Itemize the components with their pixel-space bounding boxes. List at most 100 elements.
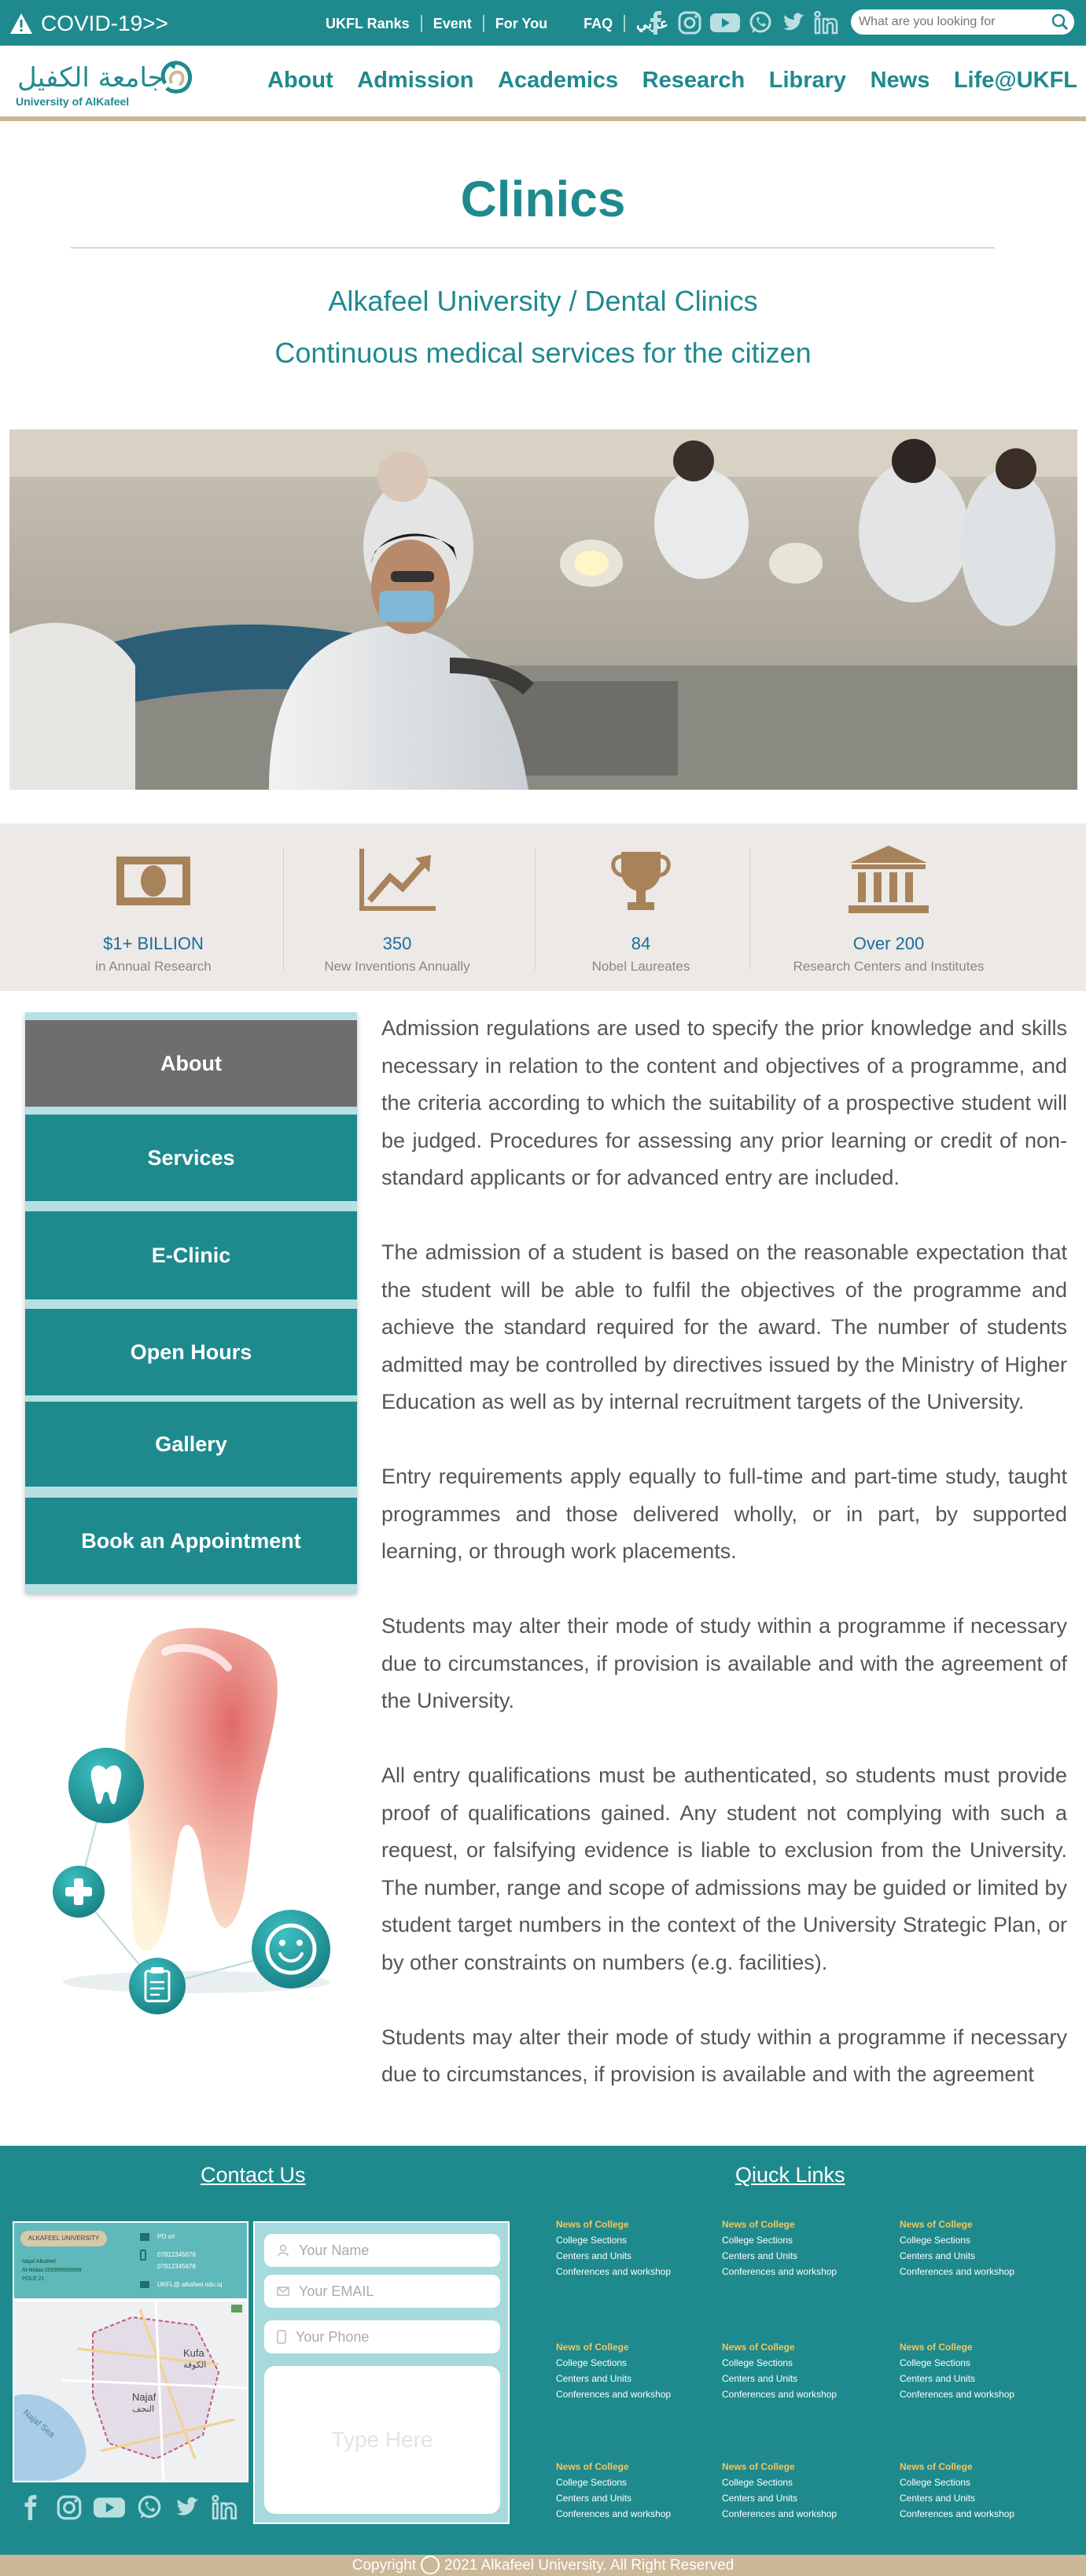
contact-card-name: ALKAFEEL UNIVERSITY	[20, 2231, 107, 2246]
nav-about[interactable]: About	[267, 68, 333, 94]
quick-link[interactable]: Centers and Units	[900, 2248, 1014, 2264]
contact-po-value: PO s/r	[157, 2233, 175, 2240]
name-field[interactable]: Your Name	[264, 2234, 500, 2267]
nav-research[interactable]: Research	[642, 68, 745, 94]
address-line: POLE 21	[22, 2276, 45, 2282]
content-paragraph: Entry requirements apply equally to full…	[381, 1465, 1067, 1563]
stat-value: $1+ BILLION	[103, 934, 204, 953]
quick-links-group: News of College College Sections Centers…	[722, 2459, 837, 2522]
quick-link-heading[interactable]: News of College	[900, 2339, 1014, 2355]
nav-admission[interactable]: Admission	[357, 68, 473, 94]
contact-us-heading[interactable]: Contact Us	[201, 2163, 306, 2187]
email-field[interactable]: Your EMAIL	[264, 2275, 500, 2308]
smile-badge-icon	[252, 1910, 330, 1988]
quick-link-heading[interactable]: News of College	[722, 2217, 837, 2232]
facebook-icon[interactable]	[643, 9, 670, 36]
whatsapp-icon[interactable]	[747, 9, 774, 36]
phone-icon	[277, 2330, 286, 2344]
linkedin-icon[interactable]	[813, 9, 840, 36]
quick-link[interactable]: College Sections	[722, 2355, 837, 2371]
contact-card: ALKAFEEL UNIVERSITY Najaf Alkafeel Al-Ni…	[13, 2221, 248, 2300]
content-paragraph: All entry qualifications must be authent…	[381, 1763, 1067, 1974]
quick-link[interactable]: College Sections	[722, 2232, 837, 2248]
quick-link[interactable]: College Sections	[900, 2355, 1014, 2371]
facebook-icon[interactable]	[17, 2493, 46, 2522]
quick-link[interactable]: Centers and Units	[722, 2248, 837, 2264]
quick-link[interactable]: College Sections	[556, 2232, 671, 2248]
quick-link-heading[interactable]: News of College	[556, 2217, 671, 2232]
quick-link[interactable]: Conferences and workshop	[556, 2386, 671, 2402]
instagram-icon[interactable]	[676, 9, 703, 36]
whatsapp-icon[interactable]	[135, 2493, 164, 2522]
quick-link-heading[interactable]: News of College	[556, 2459, 671, 2475]
top-link-for-you[interactable]: For You	[484, 15, 558, 32]
name-field-placeholder: Your Name	[299, 2242, 370, 2258]
address-line: Najaf Alkafeel	[22, 2259, 56, 2265]
quick-link[interactable]: Centers and Units	[556, 2490, 671, 2506]
top-link-event[interactable]: Event	[422, 15, 484, 32]
quick-link[interactable]: Conferences and workshop	[900, 2506, 1014, 2522]
nav-life[interactable]: Life@UKFL	[954, 68, 1077, 94]
page-subtitle-tagline: Continuous medical services for the citi…	[274, 337, 812, 369]
quick-link[interactable]: Conferences and workshop	[900, 2386, 1014, 2402]
search-box	[849, 8, 1076, 36]
mailbox-icon	[140, 2232, 149, 2241]
quick-link-heading[interactable]: News of College	[900, 2459, 1014, 2475]
quick-link[interactable]: Conferences and workshop	[900, 2264, 1014, 2279]
content-paragraph: Students may alter their mode of study w…	[381, 2025, 1067, 2087]
side-menu-e-clinic[interactable]: E-Clinic	[25, 1211, 357, 1299]
instagram-icon[interactable]	[55, 2493, 83, 2522]
side-menu-open-hours[interactable]: Open Hours	[25, 1309, 357, 1395]
side-menu-gallery[interactable]: Gallery	[25, 1402, 357, 1487]
nav-library[interactable]: Library	[769, 68, 846, 94]
twitter-icon[interactable]	[173, 2493, 201, 2522]
location-map[interactable]: Kufa الكوفة Najaf النجف Najaf Sea	[13, 2300, 248, 2482]
search-input[interactable]	[859, 10, 1046, 34]
stat-value: 350	[382, 934, 412, 953]
stat-divider	[283, 847, 284, 970]
quick-link[interactable]: Conferences and workshop	[556, 2506, 671, 2522]
quick-link-heading[interactable]: News of College	[556, 2339, 671, 2355]
quick-links-heading[interactable]: Qiuck Links	[735, 2163, 845, 2187]
quick-link[interactable]: Conferences and workshop	[556, 2264, 671, 2279]
quick-link[interactable]: Centers and Units	[722, 2371, 837, 2386]
nav-news[interactable]: News	[871, 68, 930, 94]
contact-email-value[interactable]: UKFL@ alkafeel.edu.iq	[157, 2281, 222, 2288]
quick-link-heading[interactable]: News of College	[900, 2217, 1014, 2232]
quick-link[interactable]: Conferences and workshop	[722, 2264, 837, 2279]
university-logo[interactable]: جامعة الكفيل University of AlKafeel	[11, 53, 192, 112]
youtube-icon[interactable]	[93, 2493, 126, 2522]
quick-link-heading[interactable]: News of College	[722, 2339, 837, 2355]
top-link-faq[interactable]: FAQ	[572, 15, 626, 32]
youtube-icon[interactable]	[709, 9, 741, 36]
top-link-ranks[interactable]: UKFL Ranks	[315, 15, 422, 32]
quick-link[interactable]: College Sections	[900, 2475, 1014, 2490]
quick-link[interactable]: Centers and Units	[556, 2371, 671, 2386]
quick-links-group: News of College College Sections Centers…	[556, 2459, 671, 2522]
email-field-placeholder: Your EMAIL	[299, 2283, 374, 2299]
nav-academics[interactable]: Academics	[498, 68, 618, 94]
quick-link[interactable]: Centers and Units	[556, 2248, 671, 2264]
map-label-kufa: Kufa	[183, 2347, 205, 2359]
quick-link[interactable]: College Sections	[722, 2475, 837, 2490]
quick-link-heading[interactable]: News of College	[722, 2459, 837, 2475]
covid-link[interactable]: COVID-19>>	[9, 8, 168, 39]
quick-link[interactable]: College Sections	[556, 2355, 671, 2371]
side-menu-book-appointment[interactable]: Book an Appointment	[25, 1498, 357, 1584]
search-button[interactable]	[1046, 9, 1074, 35]
quick-link[interactable]: College Sections	[900, 2232, 1014, 2248]
quick-link[interactable]: Centers and Units	[900, 2371, 1014, 2386]
message-textarea[interactable]: Type Here	[264, 2366, 500, 2514]
stat-value: Over 200	[852, 934, 925, 953]
side-menu-services[interactable]: Services	[25, 1115, 357, 1201]
quick-link[interactable]: Centers and Units	[722, 2490, 837, 2506]
social-links-top	[643, 9, 840, 36]
linkedin-icon[interactable]	[211, 2493, 239, 2522]
quick-link[interactable]: Conferences and workshop	[722, 2506, 837, 2522]
quick-link[interactable]: Centers and Units	[900, 2490, 1014, 2506]
side-menu-about[interactable]: About	[25, 1020, 357, 1107]
phone-field[interactable]: Your Phone	[264, 2320, 500, 2353]
quick-link[interactable]: College Sections	[556, 2475, 671, 2490]
quick-link[interactable]: Conferences and workshop	[722, 2386, 837, 2402]
twitter-icon[interactable]	[780, 9, 807, 36]
